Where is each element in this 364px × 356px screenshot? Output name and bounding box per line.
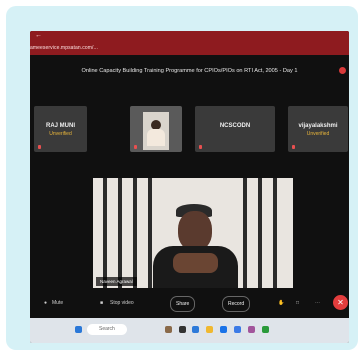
browser-icon[interactable] — [220, 326, 227, 333]
hand-icon[interactable]: ✋ — [278, 296, 284, 310]
folder-icon[interactable] — [206, 326, 213, 333]
windows-taskbar: Search — [30, 318, 349, 343]
meeting-screen: ← ameeservice.mpsatan.com/... Online Cap… — [30, 31, 349, 343]
windows-start-icon[interactable] — [75, 326, 82, 333]
participant-name: NCSCODN — [219, 123, 251, 129]
end-call-button[interactable]: ✕ — [333, 295, 348, 310]
active-speaker-video: Naveen Agrawal — [93, 178, 293, 288]
participant-tile[interactable]: RAJ MUNI Unverified — [34, 106, 87, 152]
app-icon[interactable] — [262, 326, 269, 333]
mute-button[interactable]: Mute — [52, 296, 63, 310]
more-icon[interactable]: ⋯ — [315, 296, 320, 310]
participant-status: Unverified — [49, 131, 72, 137]
share-button[interactable]: Share — [170, 296, 196, 312]
app-icon[interactable] — [234, 326, 241, 333]
participant-name: vijayalakshmi — [298, 123, 338, 129]
meeting-controls: ● Mute ■ Stop video Share Record ✋ □ ⋯ ✕ — [30, 293, 349, 313]
back-icon[interactable]: ← — [35, 32, 42, 39]
recording-indicator-icon — [339, 67, 346, 74]
mic-off-icon — [292, 145, 295, 149]
stop-video-button[interactable]: Stop video — [110, 296, 134, 310]
participant-photo — [143, 112, 169, 150]
url-text[interactable]: ameeservice.mpsatan.com/... — [30, 45, 349, 53]
taskbar-search[interactable]: Search — [87, 324, 127, 335]
mic-off-icon — [134, 145, 137, 149]
app-icon[interactable] — [192, 326, 199, 333]
speaker-name-tag: Naveen Agrawal — [96, 277, 137, 286]
mic-off-icon — [199, 145, 202, 149]
record-button[interactable]: Record — [222, 296, 251, 312]
participant-tile[interactable] — [130, 106, 182, 152]
meeting-title: Online Capacity Building Training Progra… — [81, 68, 298, 74]
participant-tile[interactable]: vijayalakshmi Unverified — [288, 106, 348, 152]
participant-status: Unverified — [306, 131, 330, 137]
app-icon[interactable] — [179, 326, 186, 333]
mic-off-icon — [38, 145, 41, 149]
chat-icon[interactable]: □ — [296, 296, 299, 310]
app-icon[interactable] — [248, 326, 255, 333]
taskbar-search-label: Search — [99, 326, 115, 332]
camera-icon[interactable]: ■ — [100, 296, 103, 310]
app-icon[interactable] — [165, 326, 172, 333]
participant-tile[interactable]: NCSCODN — [195, 106, 275, 152]
participant-name: RAJ MUNI — [45, 123, 75, 129]
mic-icon[interactable]: ● — [44, 296, 47, 310]
browser-url-bar[interactable]: ← ameeservice.mpsatan.com/... — [30, 31, 349, 55]
